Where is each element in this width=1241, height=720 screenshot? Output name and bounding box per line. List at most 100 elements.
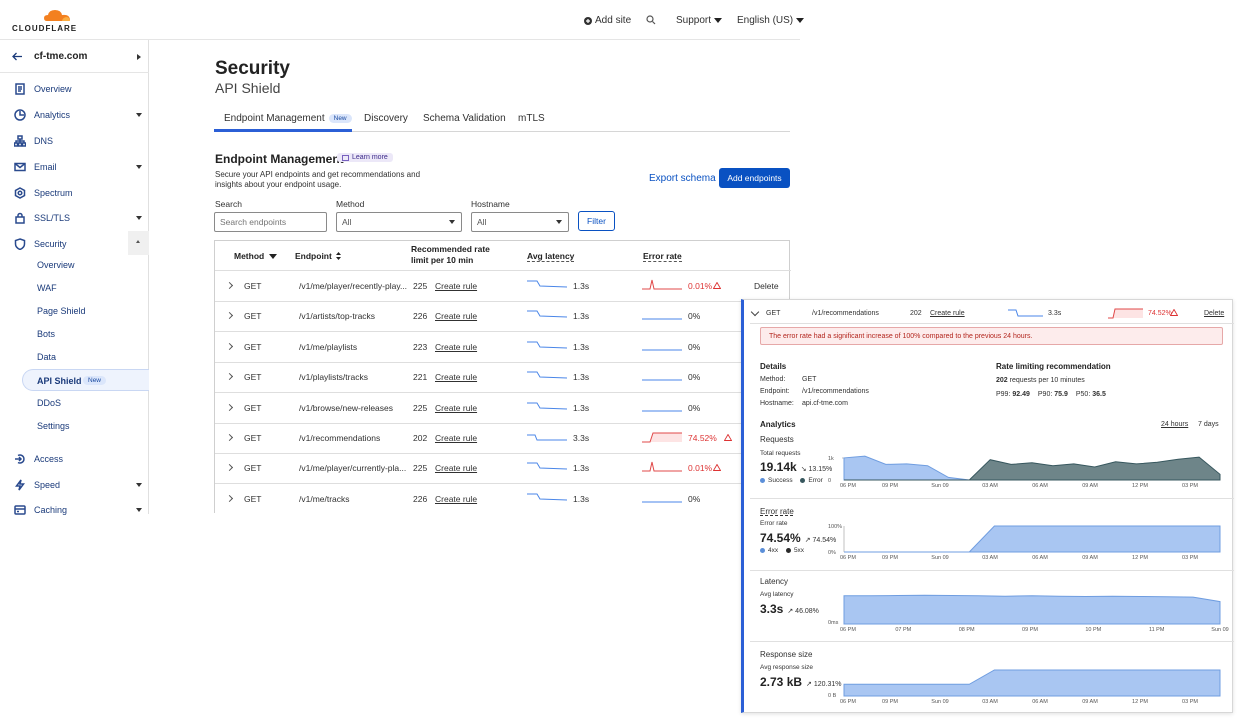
filter-button[interactable]: Filter xyxy=(578,211,615,231)
sidebar-item-ssl-tls[interactable]: SSL/TLS xyxy=(12,211,142,225)
detail-delete-link[interactable]: Delete xyxy=(1204,310,1224,317)
collapse-toggle[interactable] xyxy=(128,231,149,255)
cloudflare-logo[interactable]: CLOUDFLARE xyxy=(12,8,76,34)
y-tick-label: 1k xyxy=(828,456,834,462)
x-tick-label: 09 PM xyxy=(882,555,898,561)
detail-key: Endpoint: xyxy=(760,388,790,395)
delete-link[interactable]: Delete xyxy=(754,281,779,291)
latency-delta: ↗ 46.08% xyxy=(787,608,819,615)
tab-mtls[interactable]: mTLS xyxy=(518,113,545,124)
tab-discovery[interactable]: Discovery xyxy=(364,113,408,124)
search-icon[interactable] xyxy=(646,15,656,25)
row-rate: 223 xyxy=(413,341,428,352)
table-row[interactable]: GET/v1/me/tracks 226 Create rule 1.3s 0% xyxy=(215,484,791,514)
x-tick-label: 11 PM xyxy=(1149,627,1165,633)
x-tick-label: Sun 09 xyxy=(931,555,948,561)
row-rate: 226 xyxy=(413,311,428,322)
response-size-label: Avg response size xyxy=(760,664,813,671)
sidebar-sub-security-waf[interactable]: WAF xyxy=(37,283,57,293)
rate-value: 202 xyxy=(996,377,1008,384)
add-site-button[interactable]: Add site xyxy=(584,15,631,26)
range-24-hours-link[interactable]: 24 hours xyxy=(1161,421,1188,428)
learn-more-link[interactable]: Learn more xyxy=(337,153,393,162)
endpoint-column-header[interactable]: Endpoint xyxy=(295,251,341,261)
app: CLOUDFLARE Add site Support English (US)… xyxy=(0,0,1241,720)
back-arrow-icon[interactable] xyxy=(12,52,23,61)
tab-schema-validation[interactable]: Schema Validation xyxy=(423,113,506,124)
expand-chevron-icon[interactable] xyxy=(225,342,234,350)
table-row[interactable]: GET/v1/me/player/currently-pla... 225 Crea… xyxy=(215,453,791,485)
row-error-rate: 0% xyxy=(688,311,701,322)
collapse-chevron-icon[interactable] xyxy=(750,307,760,317)
table-row[interactable]: GET/v1/playlists/tracks 221 Create rule 1.3… xyxy=(215,362,791,394)
method-header-label: Method xyxy=(234,251,265,261)
create-rule-link[interactable]: Create rule xyxy=(435,281,477,291)
sidebar-item-spectrum[interactable]: Spectrum xyxy=(12,186,142,200)
table-row[interactable]: GET/v1/recommendations 202 Create rule 3.3s… xyxy=(215,423,791,454)
sidebar-item-caching[interactable]: Caching xyxy=(12,503,142,517)
tab-endpoint-management[interactable]: Endpoint Management New xyxy=(224,113,352,124)
sidebar-sub-security-ddos[interactable]: DDoS xyxy=(37,398,61,408)
section-title: Endpoint Management xyxy=(215,152,344,166)
search-input[interactable] xyxy=(214,212,327,232)
expand-chevron-icon[interactable] xyxy=(225,281,234,290)
sidebar-item-label: Overview xyxy=(34,84,72,94)
sidebar-sub-security-overview[interactable]: Overview xyxy=(37,260,75,270)
table-row[interactable]: GET/v1/me/playlists 223 Create rule 1.3s 0% xyxy=(215,332,791,363)
latency-line xyxy=(527,341,567,349)
expand-chevron-icon[interactable] xyxy=(225,312,234,320)
detail-create-rule-link[interactable]: Create rule xyxy=(930,310,965,317)
create-rule-link[interactable]: Create rule xyxy=(435,433,477,443)
expand-chevron-icon[interactable] xyxy=(225,373,234,381)
create-rule-link[interactable]: Create rule xyxy=(435,342,477,352)
sidebar-item-email[interactable]: Email xyxy=(12,160,142,174)
language-menu[interactable]: English (US) xyxy=(737,15,805,26)
create-rule-link[interactable]: Create rule xyxy=(435,494,477,504)
account-switcher[interactable]: cf-tme.com xyxy=(0,40,149,73)
cloud-logo-icon xyxy=(44,10,70,21)
latency-line xyxy=(527,402,567,410)
row-error-rate: 74.52% xyxy=(688,433,717,443)
expand-chevron-icon[interactable] xyxy=(225,433,234,442)
sidebar-sub-security-api-shield[interactable]: API Shield New xyxy=(22,369,149,391)
create-rule-link[interactable]: Create rule xyxy=(435,463,477,473)
response-size-title: Response size xyxy=(760,650,813,659)
shield-icon xyxy=(12,237,28,251)
sidebar-item-overview[interactable]: Overview xyxy=(12,82,142,96)
percentile-key: P90: xyxy=(1037,391,1053,398)
hostname-select[interactable]: All xyxy=(471,212,569,232)
clock-chart-icon xyxy=(12,108,28,122)
create-rule-link[interactable]: Create rule xyxy=(435,372,477,382)
method-column-header[interactable]: Method xyxy=(234,251,278,261)
expand-chevron-icon[interactable] xyxy=(225,464,234,472)
range-7-days-link[interactable]: 7 days xyxy=(1198,421,1219,428)
sidebar-item-dns[interactable]: DNS xyxy=(12,134,142,148)
sidebar-sub-security-bots[interactable]: Bots xyxy=(37,329,55,339)
expand-chevron-icon[interactable] xyxy=(225,494,234,502)
method-select[interactable]: All xyxy=(336,212,462,232)
error-sparkline xyxy=(642,501,682,503)
latency-title: Latency xyxy=(760,577,789,586)
sidebar-item-security[interactable]: Security xyxy=(12,231,149,255)
lock-icon xyxy=(12,211,28,225)
export-schema-link[interactable]: Export schema xyxy=(649,173,716,184)
sidebar-item-speed[interactable]: Speed xyxy=(12,478,142,492)
table-row[interactable]: GET/v1/artists/top-tracks 226 Create rule 1… xyxy=(215,301,791,333)
table-row[interactable]: GET/v1/browse/new-releases 225 Create rule… xyxy=(215,393,791,424)
chevron-down-icon xyxy=(136,165,142,169)
error-sparkline xyxy=(642,462,682,472)
create-rule-link[interactable]: Create rule xyxy=(435,403,477,413)
add-endpoints-button[interactable]: Add endpoints xyxy=(719,168,790,188)
create-rule-link[interactable]: Create rule xyxy=(435,311,477,321)
sidebar-sub-security-settings[interactable]: Settings xyxy=(37,421,70,431)
expand-chevron-icon[interactable] xyxy=(225,403,234,411)
sidebar-item-analytics[interactable]: Analytics xyxy=(12,108,142,122)
sidebar-item-access[interactable]: Access xyxy=(12,452,142,466)
sidebar-sub-security-data[interactable]: Data xyxy=(37,352,56,362)
table-row[interactable]: GET/v1/me/player/recently-play... 225 Crea… xyxy=(215,271,791,302)
requests-legend: Success Error xyxy=(760,477,823,484)
support-menu[interactable]: Support xyxy=(676,15,723,26)
detail-error: 74.52% xyxy=(1148,310,1172,317)
sidebar-sub-security-page-shield[interactable]: Page Shield xyxy=(37,306,86,316)
detail-value: api.cf-tme.com xyxy=(802,400,848,407)
